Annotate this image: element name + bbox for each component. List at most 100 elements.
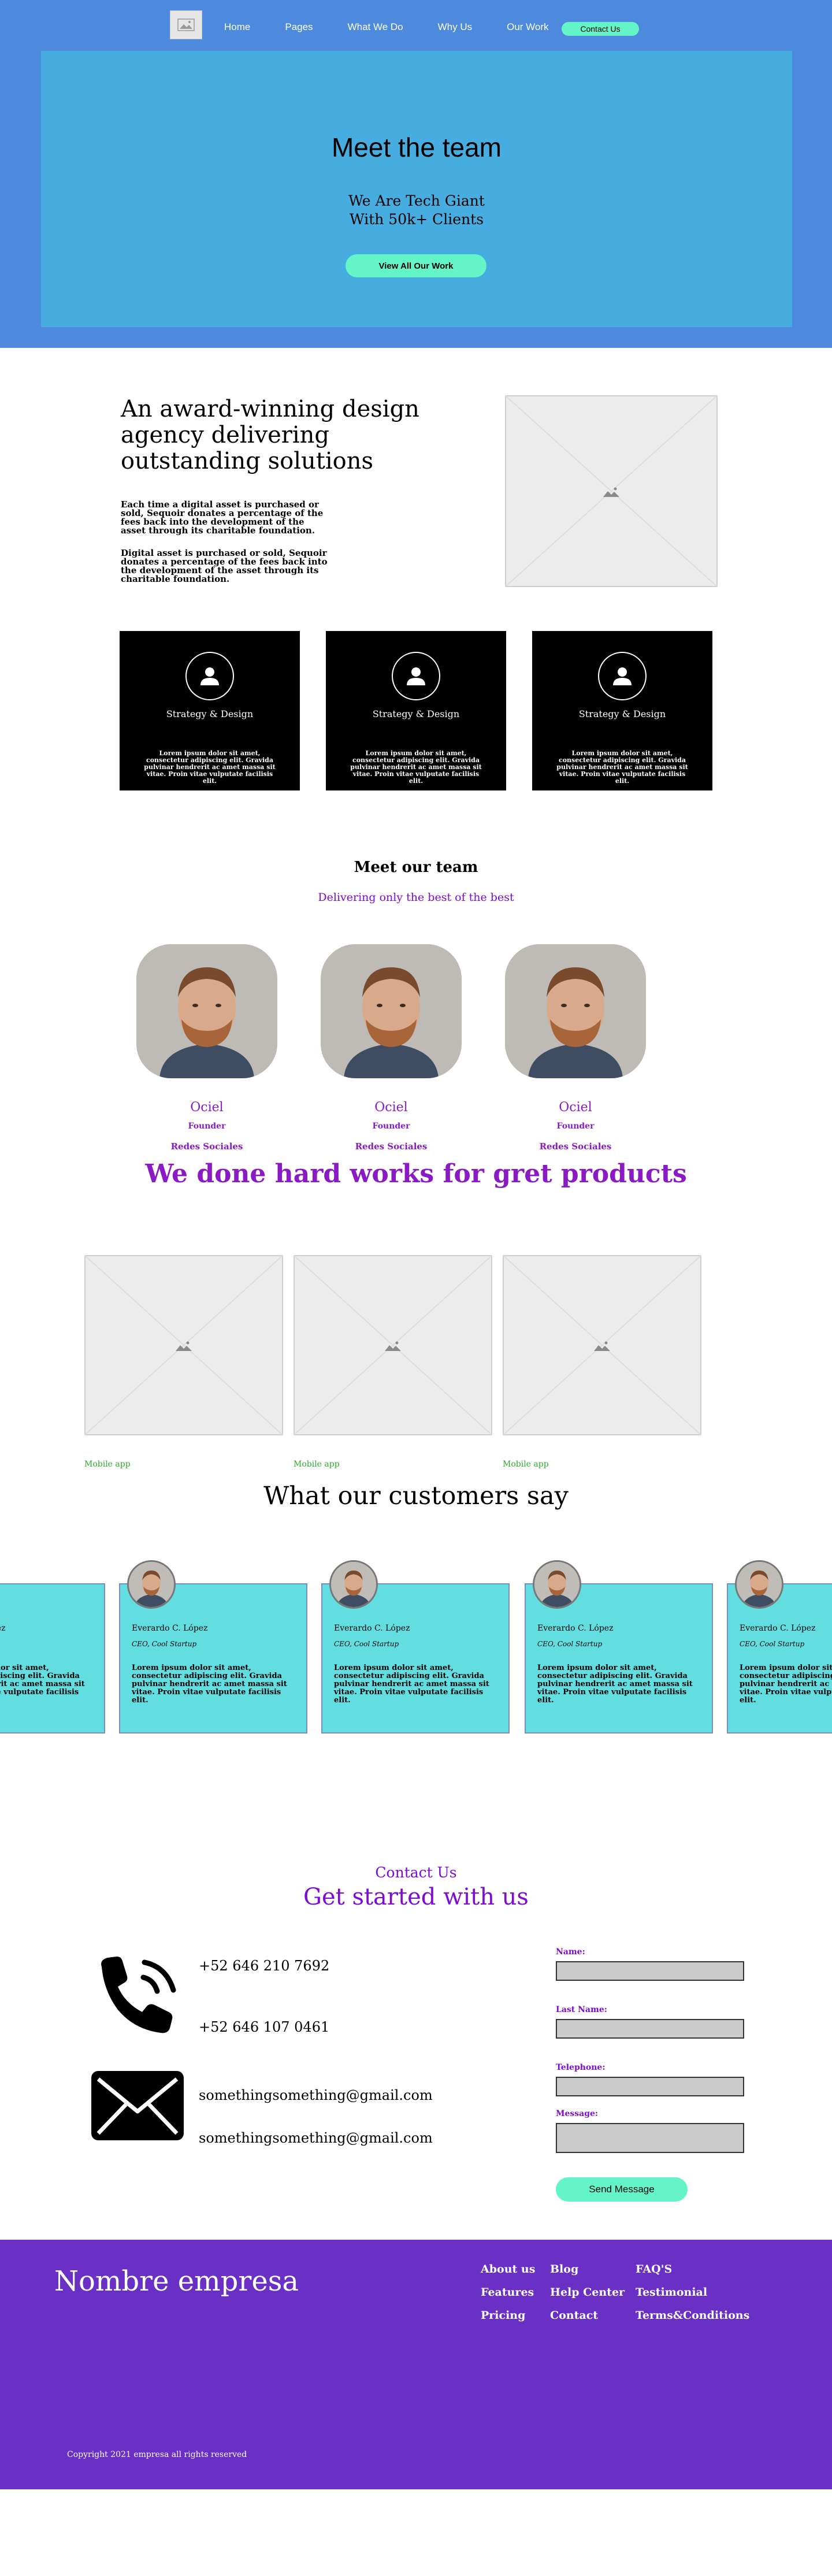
phone-icon [94,1954,180,2035]
message-field-group: Message: [556,2109,746,2153]
testimonial-text: Lorem ipsum dolor sit amet, consectetur … [537,1664,693,1705]
work-image-placeholder [503,1255,701,1435]
work-item-label: Mobile app [503,1460,549,1469]
service-card-text: Lorem ipsum dolor sit amet, consectetur … [144,749,276,785]
about-paragraph-2: Digital asset is purchased or sold, Sequ… [121,548,328,584]
top-nav: Home Pages What We Do Why Us Our Work Co… [0,0,832,58]
service-card-title: Strategy & Design [166,708,254,719]
phone-number-2[interactable]: +52 646 107 0461 [199,2019,329,2035]
footer: Nombre empresa About us Features Pricing… [0,2240,832,2489]
service-card-title: Strategy & Design [578,708,666,719]
testimonial-text: Lorem ipsum dolor sit amet, consectetur … [740,1664,832,1705]
testimonial-name: Everardo C. López [334,1624,410,1633]
footer-link-features[interactable]: Features [481,2286,535,2299]
work-item[interactable]: Mobile app [294,1255,492,1469]
testimonial-card: Everardo C. López CEO, Cool Startup Lore… [321,1560,510,1734]
work-image-placeholder [84,1255,283,1435]
telephone-label: Telephone: [556,2063,606,2072]
footer-copyright: Copyright 2021 empresa all rights reserv… [67,2450,247,2459]
portrait-image [321,944,462,1078]
footer-link-faqs[interactable]: FAQ'S [636,2263,749,2276]
email-address-1[interactable]: somethingsomething@gmail.com [199,2087,433,2103]
team-member-card: Ociel Founder Redes Sociales [136,944,277,1152]
footer-link-about-us[interactable]: About us [481,2263,535,2276]
testimonial-card: Everardo C. López CEO, Cool Startup Lore… [119,1560,307,1734]
testimonial-text: Lorem ipsum dolor sit amet, consectetur … [132,1664,287,1705]
view-all-work-button[interactable]: View All Our Work [346,254,486,277]
team-section: Meet our team Delivering only the best o… [0,781,832,1152]
name-label: Name: [556,1947,585,1957]
email-address-2[interactable]: somethingsomething@gmail.com [199,2130,433,2146]
last-name-input[interactable] [556,2019,744,2039]
testimonials-section: What our customers say Everardo C. López… [0,1479,832,1818]
work-item[interactable]: Mobile app [503,1255,701,1469]
team-member-photo [321,944,462,1078]
last-name-label: Last Name: [556,2005,607,2014]
nav-link-why-us[interactable]: Why Us [438,21,473,33]
portrait-image [129,1562,174,1607]
footer-link-terms[interactable]: Terms&Conditions [636,2309,749,2322]
phone-number-1[interactable]: +52 646 210 7692 [199,1958,329,1974]
hero-section: Home Pages What We Do Why Us Our Work Co… [0,0,832,348]
footer-brand: Nombre empresa [54,2265,299,2297]
team-member-card: Ociel Founder Redes Sociales [321,944,462,1152]
work-item-label: Mobile app [84,1460,131,1469]
testimonial-name: Everardo C. López [0,1624,6,1633]
contact-section: Contact Us Get started with us +52 646 2… [0,1818,832,2240]
service-card-text: Lorem ipsum dolor sit amet, consectetur … [350,749,482,785]
team-subheading: Delivering only the best of the best [318,891,514,904]
hero-banner: Meet the team We Are Tech Giant With 50k… [41,51,792,327]
footer-link-pricing[interactable]: Pricing [481,2309,535,2322]
team-member-name: Ociel [190,1100,224,1115]
testimonial-avatar [329,1560,378,1609]
last-name-field-group: Last Name: [556,2005,746,2039]
name-input[interactable] [556,1961,744,1981]
testimonial-text: Lorem ipsum dolor sit amet, consectetur … [0,1664,85,1697]
work-item[interactable]: Mobile app [84,1255,283,1469]
user-avatar-circle [598,652,647,700]
footer-column-1: About us Features Pricing [481,2263,535,2332]
team-member-name: Ociel [559,1100,592,1115]
testimonial-avatar [127,1560,176,1609]
telephone-input[interactable] [556,2077,744,2096]
service-cards: Strategy & Design Lorem ipsum dolor sit … [120,631,712,790]
message-textarea[interactable] [556,2123,744,2153]
nav-link-what-we-do[interactable]: What We Do [348,21,403,33]
image-placeholder-icon [294,1255,492,1435]
testimonial-avatar [735,1560,783,1609]
mail-icon [90,2070,185,2141]
footer-link-blog[interactable]: Blog [550,2263,625,2276]
image-placeholder-icon [84,1255,283,1435]
nav-link-home[interactable]: Home [224,21,250,33]
nav-link-pages[interactable]: Pages [285,21,313,33]
testimonial-name: Everardo C. López [132,1624,208,1633]
work-image-placeholder [294,1255,492,1435]
footer-link-testimonial[interactable]: Testimonial [636,2286,749,2299]
contact-us-button[interactable]: Contact Us [562,22,639,36]
testimonial-name: Everardo C. López [740,1624,816,1633]
user-avatar-circle [185,652,234,700]
send-message-button[interactable]: Send Message [556,2177,688,2202]
footer-link-help-center[interactable]: Help Center [550,2286,625,2299]
contact-form: Name: Last Name: Telephone: Message: Sen… [556,1947,746,2202]
image-placeholder-icon [503,1255,701,1435]
nav-links: Home Pages What We Do Why Us Our Work [224,21,584,33]
contact-kicker: Contact Us [375,1864,457,1881]
about-image-placeholder [505,395,718,587]
footer-link-contact[interactable]: Contact [550,2309,625,2322]
testimonial-text: Lorem ipsum dolor sit amet, consectetur … [334,1664,489,1705]
testimonial-role: CEO, Cool Startup [537,1640,603,1648]
team-member-card: Ociel Founder Redes Sociales [505,944,646,1152]
testimonial-avatar [533,1560,581,1609]
image-icon [177,18,195,31]
phone-glyph [101,1957,176,2033]
name-field-group: Name: [556,1947,746,1981]
team-member-photo [136,944,277,1078]
nav-link-our-work[interactable]: Our Work [507,21,548,33]
logo-image-placeholder[interactable] [170,10,202,39]
portrait-image [505,944,646,1078]
about-section: An award-winning design agency deliverin… [0,348,832,790]
work-item-label: Mobile app [294,1460,340,1469]
works-heading: We done hard works for gret products [145,1159,687,1189]
portrait-image [534,1562,580,1607]
